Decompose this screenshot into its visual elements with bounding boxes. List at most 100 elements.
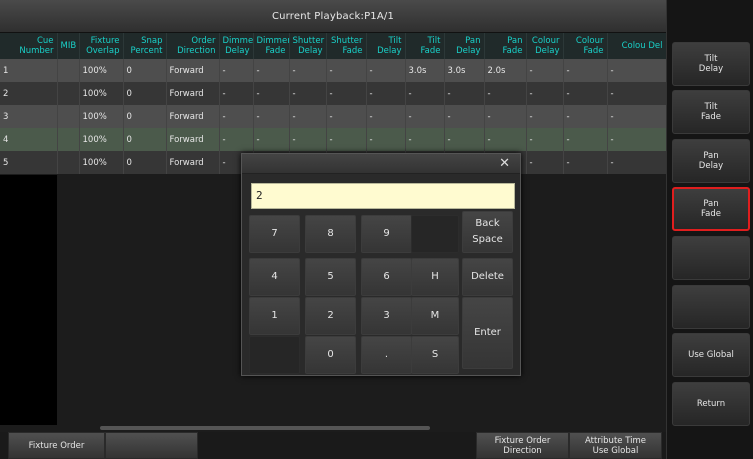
table-row[interactable]: 1 100% 0 Forward - - - - -3.0s 3.0s 2.0s - - - — [0, 59, 667, 82]
col-header[interactable]: Colou Del — [607, 33, 667, 59]
table-cell[interactable]: - — [289, 128, 327, 151]
table-cell[interactable]: - — [484, 105, 527, 128]
table-cell[interactable]: - — [219, 128, 254, 151]
table-cell[interactable]: - — [526, 59, 564, 82]
cue-number-cell[interactable]: 2 — [0, 82, 58, 105]
table-cell[interactable]: - — [366, 82, 406, 105]
key-1[interactable]: 1 — [249, 297, 300, 335]
table-cell[interactable]: 100% — [79, 105, 124, 128]
pan-fade-button[interactable]: Pan Fade — [672, 187, 750, 231]
col-header[interactable]: Shutter Fade — [326, 33, 367, 59]
col-header[interactable]: Colour Delay — [526, 33, 564, 59]
col-header[interactable]: Colour Fade — [563, 33, 608, 59]
table-cell[interactable]: - — [326, 59, 367, 82]
table-cell[interactable]: - — [563, 128, 608, 151]
table-cell[interactable]: - — [563, 105, 608, 128]
col-header[interactable]: Fixture Overlap — [79, 33, 124, 59]
table-cell[interactable]: - — [253, 59, 290, 82]
table-cell[interactable]: - — [444, 82, 485, 105]
col-header[interactable]: Shutter Delay — [289, 33, 327, 59]
blank-side-button-1[interactable] — [672, 236, 750, 280]
table-cell[interactable]: - — [607, 82, 667, 105]
fixture-order-direction-button[interactable]: Fixture Order Direction — [476, 432, 569, 459]
col-header[interactable]: Tilt Fade — [405, 33, 445, 59]
col-header[interactable]: Snap Percent — [123, 33, 167, 59]
back-space-key[interactable]: Back Space — [462, 211, 513, 253]
table-cell[interactable]: - — [563, 151, 608, 174]
table-row[interactable]: 2 100% 0 Forward - - - - - - - - - - - — [0, 82, 667, 105]
key-7[interactable]: 7 — [249, 215, 300, 253]
table-cell[interactable]: 3.0s — [444, 59, 485, 82]
table-cell[interactable]: - — [289, 59, 327, 82]
table-cell[interactable]: - — [219, 82, 254, 105]
table-row[interactable]: 3 100% 0 Forward - - - - - - - - - - - — [0, 105, 667, 128]
table-cell[interactable]: Forward — [166, 151, 220, 174]
cue-number-cell[interactable]: 3 — [0, 105, 58, 128]
table-cell[interactable]: - — [607, 105, 667, 128]
table-cell[interactable]: 0 — [123, 59, 167, 82]
table-cell[interactable]: - — [607, 151, 667, 174]
col-header[interactable]: MIB — [57, 33, 80, 59]
key-5[interactable]: 5 — [305, 258, 356, 296]
tilt-delay-button[interactable]: Tilt Delay — [672, 42, 750, 86]
table-cell[interactable]: - — [444, 105, 485, 128]
table-cell[interactable]: Forward — [166, 59, 220, 82]
table-cell[interactable]: - — [563, 82, 608, 105]
table-cell[interactable]: - — [405, 105, 445, 128]
table-cell[interactable]: 100% — [79, 59, 124, 82]
table-cell[interactable]: - — [366, 59, 406, 82]
enter-key[interactable]: Enter — [462, 297, 513, 369]
table-cell[interactable]: - — [526, 82, 564, 105]
key-h[interactable]: H — [411, 258, 459, 296]
cue-number-cell[interactable]: 1 — [0, 59, 58, 82]
table-cell[interactable]: 0 — [123, 128, 167, 151]
table-cell[interactable]: Forward — [166, 128, 220, 151]
tilt-fade-button[interactable]: Tilt Fade — [672, 90, 750, 134]
col-header[interactable]: Order Direction — [166, 33, 220, 59]
table-cell[interactable]: - — [289, 82, 327, 105]
table-cell[interactable]: - — [526, 105, 564, 128]
key-2[interactable]: 2 — [305, 297, 356, 335]
dialog-title-bar[interactable]: ✕ — [242, 154, 520, 174]
table-cell[interactable] — [57, 151, 80, 174]
table-cell[interactable]: - — [253, 105, 290, 128]
table-cell[interactable]: - — [484, 128, 527, 151]
blank-side-button-2[interactable] — [672, 285, 750, 329]
col-header[interactable]: Pan Delay — [444, 33, 485, 59]
cue-number-cell[interactable]: 5 — [0, 151, 58, 174]
table-cell[interactable]: - — [289, 105, 327, 128]
pan-delay-button[interactable]: Pan Delay — [672, 139, 750, 183]
fixture-order-button[interactable]: Fixture Order — [8, 432, 105, 459]
col-header[interactable]: Tilt Delay — [366, 33, 406, 59]
delete-key[interactable]: Delete — [462, 258, 513, 296]
table-cell[interactable] — [57, 105, 80, 128]
table-cell[interactable]: 100% — [79, 82, 124, 105]
table-row[interactable]: 4 100% 0 Forward - - - - - - - - - - - — [0, 128, 667, 151]
key-4[interactable]: 4 — [249, 258, 300, 296]
key-8[interactable]: 8 — [305, 215, 356, 253]
use-global-button[interactable]: Use Global — [672, 333, 750, 377]
col-header[interactable]: Cue Number — [0, 33, 58, 59]
table-cell[interactable]: - — [484, 82, 527, 105]
key-9[interactable]: 9 — [361, 215, 412, 253]
key-6[interactable]: 6 — [361, 258, 412, 296]
table-cell[interactable] — [57, 82, 80, 105]
table-cell[interactable]: 2.0s — [484, 59, 527, 82]
key-m[interactable]: M — [411, 297, 459, 335]
key-s[interactable]: S — [411, 336, 459, 374]
table-cell[interactable]: - — [405, 128, 445, 151]
decimal-key[interactable]: . — [361, 336, 412, 374]
table-cell[interactable] — [57, 59, 80, 82]
table-cell[interactable]: - — [366, 105, 406, 128]
close-icon[interactable]: ✕ — [499, 156, 510, 172]
table-cell[interactable]: 3.0s — [405, 59, 445, 82]
table-cell[interactable]: Forward — [166, 82, 220, 105]
table-cell[interactable]: 0 — [123, 82, 167, 105]
table-cell[interactable] — [57, 128, 80, 151]
table-cell[interactable]: 0 — [123, 105, 167, 128]
table-cell[interactable]: - — [607, 59, 667, 82]
table-cell[interactable]: - — [526, 151, 564, 174]
table-cell[interactable]: - — [526, 128, 564, 151]
table-cell[interactable]: - — [563, 59, 608, 82]
table-cell[interactable]: - — [326, 82, 367, 105]
